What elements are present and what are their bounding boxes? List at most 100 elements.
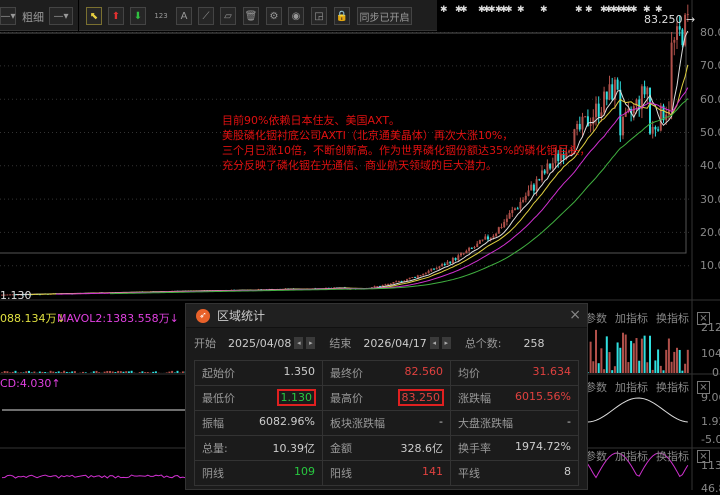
- params-button[interactable]: 参数: [585, 310, 607, 326]
- start-prev-button[interactable]: ◂: [294, 337, 303, 349]
- candle-body: [444, 264, 446, 265]
- cursor-icon[interactable]: ⬉: [86, 7, 102, 25]
- end-next-button[interactable]: ▸: [442, 337, 451, 349]
- candle-body: [492, 236, 494, 238]
- event-marker-icon[interactable]: ✱: [585, 5, 593, 15]
- stat-label: 平线: [458, 465, 480, 481]
- end-prev-button[interactable]: ◂: [430, 337, 439, 349]
- params-button[interactable]: 参数: [585, 379, 607, 395]
- event-marker-icon[interactable]: ✱: [540, 5, 548, 15]
- candle-body: [681, 30, 683, 46]
- volume-bar: [58, 371, 60, 373]
- params-button[interactable]: 参数: [585, 448, 607, 464]
- switch-indicator-button[interactable]: 换指标: [656, 310, 689, 326]
- switch-indicator-button[interactable]: 换指标: [656, 379, 689, 395]
- indicator-axis-label: 46.8: [701, 482, 720, 495]
- stat-value: 31.634: [533, 365, 572, 378]
- event-marker-icon[interactable]: ✱: [575, 5, 583, 15]
- arrow-down-icon[interactable]: ⬇: [130, 7, 146, 25]
- volume-bar: [117, 371, 119, 373]
- stat-label: 最低价: [202, 390, 235, 406]
- candle-body: [449, 262, 451, 264]
- line-style-dropdown[interactable]: —▾: [0, 7, 16, 25]
- switch-indicator-button[interactable]: 换指标: [656, 448, 689, 464]
- trash-icon[interactable]: 🗑: [243, 7, 259, 25]
- volume-bar: [671, 362, 673, 373]
- event-marker-icon[interactable]: ✱: [440, 5, 448, 15]
- event-marker-icon[interactable]: ✱: [460, 5, 468, 15]
- volume-bar: [114, 372, 116, 373]
- close-pane-button[interactable]: ×: [697, 381, 710, 394]
- event-marker-icon[interactable]: ✱: [517, 5, 525, 15]
- arrow-up-icon[interactable]: ⬆: [108, 7, 124, 25]
- end-date[interactable]: 2026/04/17: [363, 337, 426, 350]
- dialog-titlebar[interactable]: ➶ 区域统计 ×: [186, 304, 587, 328]
- count-label: 总个数:: [465, 335, 502, 351]
- stat-value: 82.560: [405, 365, 444, 378]
- volume-bar: [652, 370, 654, 373]
- price-axis-label: 40.00: [700, 159, 720, 172]
- close-icon[interactable]: ×: [569, 307, 581, 323]
- candle-body: [495, 234, 497, 236]
- candle-body: [474, 247, 476, 248]
- volume-bar: [25, 371, 27, 373]
- candle-body: [600, 112, 602, 116]
- stats-cell: 最高价83.250: [323, 386, 451, 411]
- volume-bar: [15, 371, 17, 373]
- stats-row: 阴线109阳线141平线8: [195, 461, 579, 486]
- thickness-label: 粗细: [22, 9, 44, 25]
- add-indicator-button[interactable]: 加指标: [615, 448, 648, 464]
- stats-cell: 振幅6082.96%: [195, 411, 323, 436]
- candle-body: [676, 26, 678, 40]
- stat-label: 最高价: [330, 390, 363, 406]
- ruler-icon[interactable]: ⟋: [198, 7, 214, 25]
- settings-icon[interactable]: ⚙: [266, 7, 282, 25]
- event-marker-icon[interactable]: ✱: [505, 5, 513, 15]
- candle-body: [433, 269, 435, 270]
- drawing-toolbar: —▾ 粗细 —▾ ⬉ ⬆ ⬇ 123 A ⟋ ▱ 🗑 ⚙ ◉ ◲ 🔒 同步已开启: [0, 0, 437, 31]
- close-pane-button[interactable]: ×: [697, 312, 710, 325]
- mavol2-label: MAVOL2:1383.558万↓: [57, 310, 179, 326]
- volume-bar: [66, 372, 68, 373]
- volume-bar: [679, 350, 681, 373]
- lock-icon[interactable]: 🔒: [334, 7, 350, 25]
- end-label: 结束: [329, 335, 351, 351]
- candle-body: [447, 262, 449, 265]
- candle-body: [441, 264, 443, 266]
- volume-bar: [684, 364, 686, 373]
- volume-bar: [50, 371, 52, 373]
- thickness-dropdown[interactable]: —▾: [49, 7, 73, 25]
- close-pane-button[interactable]: ×: [697, 450, 710, 463]
- eye-icon[interactable]: ◉: [288, 7, 304, 25]
- event-marker-icon[interactable]: ✱: [630, 5, 638, 15]
- start-date[interactable]: 2025/04/08: [228, 337, 291, 350]
- volume-bar: [622, 333, 624, 373]
- candle-body: [530, 185, 532, 191]
- candle-body: [657, 129, 659, 130]
- stat-value: -: [439, 415, 443, 428]
- volume-bar: [630, 341, 632, 373]
- candle-body: [595, 104, 597, 118]
- start-next-button[interactable]: ▸: [306, 337, 315, 349]
- candle-body: [382, 285, 384, 286]
- add-indicator-button[interactable]: 加指标: [615, 379, 648, 395]
- stats-cell: 大盘涨跌幅-: [451, 411, 579, 436]
- text-icon[interactable]: A: [176, 7, 192, 25]
- candle-body: [503, 222, 505, 227]
- screenshot-icon[interactable]: ◲: [311, 7, 327, 25]
- sync-button[interactable]: 同步已开启: [357, 7, 412, 25]
- volume-bar: [98, 372, 100, 373]
- candle-body: [387, 284, 389, 285]
- candle-body: [393, 282, 395, 284]
- volume-bar: [625, 335, 627, 373]
- eraser-icon[interactable]: ▱: [220, 7, 236, 25]
- volume-bar: [33, 372, 35, 373]
- add-indicator-button[interactable]: 加指标: [615, 310, 648, 326]
- stats-row: 总量:10.39亿金额328.6亿换手率1974.72%: [195, 436, 579, 461]
- candle-body: [501, 227, 503, 228]
- max-price-marker: 83.250 →: [644, 13, 695, 26]
- volume-bar: [595, 330, 597, 373]
- number-label-icon[interactable]: 123: [153, 7, 169, 25]
- candle-body: [598, 104, 600, 117]
- macd-axis-label: -5.07: [701, 433, 720, 446]
